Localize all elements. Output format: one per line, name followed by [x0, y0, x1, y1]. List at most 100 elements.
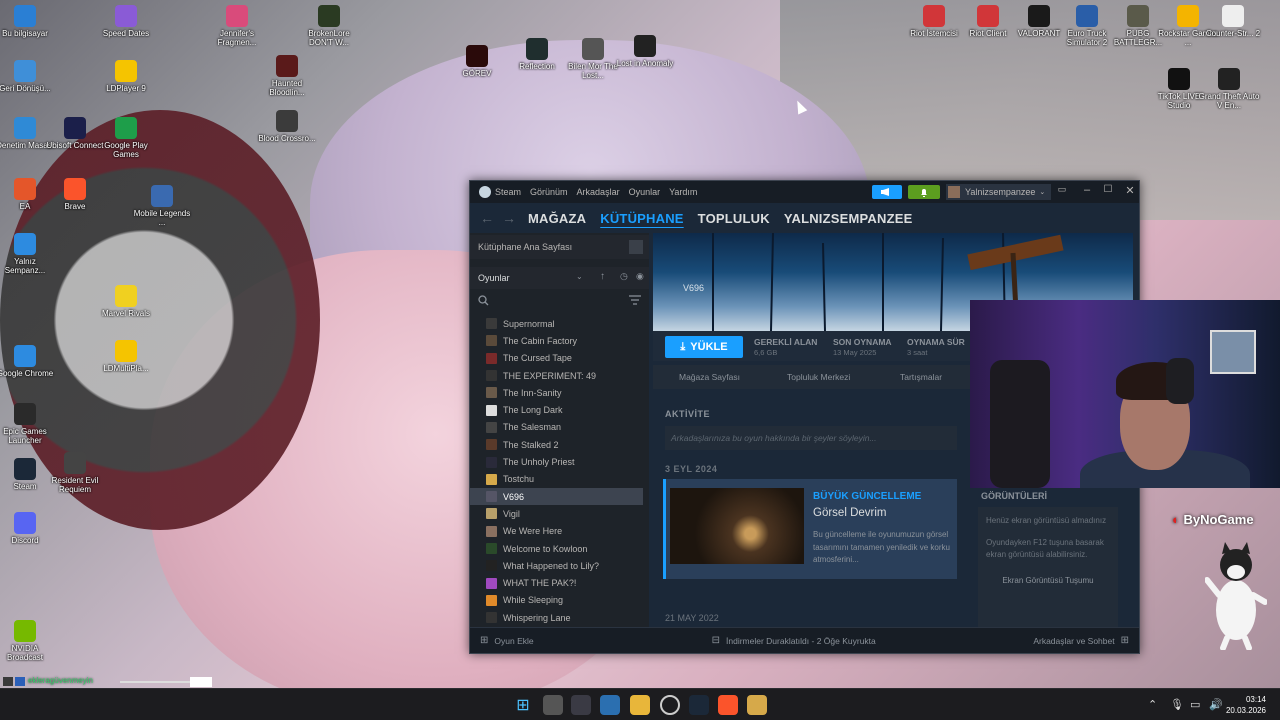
desktop-icon[interactable]: NVIDIA Broadcast — [0, 620, 57, 662]
notifications-button[interactable] — [908, 185, 940, 199]
game-list-item[interactable]: The Cabin Factory — [470, 332, 643, 349]
volume-icon[interactable]: 🔊 — [1209, 698, 1223, 711]
steam-logo-icon — [479, 186, 491, 198]
game-list-item[interactable]: WHAT THE PAK?! — [470, 574, 643, 591]
desktop-icon[interactable]: Epic Games Launcher — [0, 403, 57, 445]
news-card[interactable]: BÜYÜK GÜNCELLEME Görsel Devrim Bu güncel… — [663, 479, 957, 579]
desktop-icon-label: Counter-Str... 2 — [1205, 29, 1261, 38]
brave-icon[interactable] — [718, 695, 738, 715]
library-home-link[interactable]: Kütüphane Ana Sayfası — [470, 235, 649, 259]
menu-steam[interactable]: Steam — [495, 187, 521, 197]
game-list-item[interactable]: While Sleeping — [470, 592, 643, 609]
game-icon — [486, 560, 497, 572]
activity-input[interactable]: Arkadaşlarınıza bu oyun hakkında bir şey… — [665, 426, 957, 450]
desktop-icon[interactable]: Google Chrome — [0, 345, 57, 378]
desktop-icon[interactable]: LDMultiPla... — [94, 340, 158, 373]
network-icon[interactable]: ▭ — [1190, 698, 1200, 711]
minimize-button[interactable]: – — [1079, 184, 1095, 196]
desktop-icon[interactable]: Brave — [43, 178, 107, 211]
desktop-icon[interactable]: Reflection — [505, 38, 569, 71]
steam-icon[interactable] — [689, 695, 709, 715]
back-arrow-icon[interactable]: ← — [480, 210, 494, 226]
user-menu[interactable]: Yalnizsempanzee ⌄ — [946, 184, 1052, 200]
play-filter-icon[interactable]: ◉ — [636, 271, 644, 282]
tab-store-page[interactable]: Mağaza Sayfası — [679, 372, 740, 382]
app-icon[interactable] — [600, 695, 620, 715]
desktop-icon[interactable]: GÖREV — [445, 45, 509, 78]
game-list-item[interactable]: What Happened to Lily? — [470, 557, 643, 574]
tray-overflow-icon[interactable]: ⌃ — [1148, 698, 1157, 711]
friends-chat-button[interactable]: Arkadaşlar ve Sohbet — [1033, 636, 1114, 646]
grid-view-icon[interactable] — [629, 240, 643, 254]
forward-arrow-icon[interactable]: → — [502, 210, 516, 226]
desktop-icon[interactable]: Geri Dönüşü... — [0, 60, 57, 93]
downloads-status[interactable]: İndirmeler Duraklatıldı - 2 Öğe Kuyrukta — [726, 636, 876, 646]
game-list-item[interactable]: V696 — [470, 487, 643, 506]
game-list-item[interactable]: Tostchu — [470, 471, 643, 488]
game-list-item[interactable]: Welcome to Kowloon — [470, 540, 643, 557]
ldplayer-icon — [115, 340, 137, 362]
game-list-item[interactable]: The Unholy Priest — [470, 453, 643, 470]
start-icon[interactable]: ⊞ — [513, 695, 533, 715]
app-icon[interactable] — [747, 695, 767, 715]
nav-store[interactable]: MAĞAZA — [528, 211, 586, 226]
menu-help[interactable]: Yardım — [669, 187, 697, 197]
desktop-icon[interactable]: Marvel Rivals — [94, 285, 158, 318]
game-icon — [634, 35, 656, 57]
desktop-icon[interactable]: Blood Crossro... — [255, 110, 319, 143]
desktop-icon[interactable]: Yalnız Sempanz... — [0, 233, 57, 275]
game-list-item[interactable]: THE EXPERIMENT: 49 — [470, 367, 643, 384]
nav-profile[interactable]: YALNIZSEMPANZEE — [784, 211, 913, 226]
game-list-item[interactable]: The Cursed Tape — [470, 350, 643, 367]
file-explorer-icon[interactable] — [630, 695, 650, 715]
screenshot-key-button[interactable]: Ekran Görüntüsü Tuşumu — [986, 575, 1110, 587]
app-icon[interactable] — [660, 695, 680, 715]
desktop-icon[interactable]: Bu bilgisayar — [0, 5, 57, 38]
nav-community[interactable]: TOPLULUK — [698, 211, 770, 226]
games-filter[interactable]: Oyunlar ⌄ ↑ ◷ ◉ — [470, 267, 649, 289]
desktop-icon[interactable]: Grand Theft Auto V En... — [1197, 68, 1261, 110]
desktop-icon[interactable]: Haunted Bloodlin... — [255, 55, 319, 97]
task-view-icon[interactable] — [543, 695, 563, 715]
game-list-item[interactable]: Whispering Lane — [470, 609, 643, 626]
library-search[interactable] — [470, 289, 649, 311]
big-picture-icon[interactable]: ▭ — [1054, 184, 1070, 195]
filter-icon[interactable] — [629, 295, 641, 305]
tab-community-hub[interactable]: Topluluk Merkezi — [787, 372, 850, 382]
game-title: Whispering Lane — [503, 612, 571, 623]
desktop-icon[interactable]: Mobile Legends ... — [130, 185, 194, 227]
announce-button[interactable] — [872, 185, 902, 199]
desktop-icon-label: VALORANT — [1017, 29, 1061, 38]
sort-up-icon[interactable]: ↑ — [600, 271, 605, 282]
game-list-item[interactable]: Supernormal — [470, 315, 643, 332]
game-list-item[interactable]: The Stalked 2 — [470, 436, 643, 453]
desktop-icon[interactable]: Discord — [0, 512, 57, 545]
menu-friends[interactable]: Arkadaşlar — [577, 187, 620, 197]
microphone-icon[interactable]: 🎙 — [1170, 698, 1184, 711]
game-list-item[interactable]: Vigil — [470, 505, 643, 522]
app-icon[interactable] — [571, 695, 591, 715]
desktop-icon[interactable]: Jennifer's Fragmen... — [205, 5, 269, 47]
desktop-icon-label: PUBG BATTLEGR... — [1113, 29, 1163, 47]
nav-library[interactable]: KÜTÜPHANE — [600, 211, 683, 226]
game-list-item[interactable]: The Long Dark — [470, 401, 643, 418]
game-list-item[interactable]: The Salesman — [470, 419, 643, 436]
desktop-icon[interactable]: BrokenLore DON'T W... — [297, 5, 361, 47]
add-game-button[interactable]: Oyun Ekle — [494, 636, 533, 646]
desktop-icon[interactable]: Google Play Games — [94, 117, 158, 159]
game-list-item[interactable]: The Inn-Sanity — [470, 384, 643, 401]
close-button[interactable]: ✕ — [1122, 184, 1138, 197]
desktop-icon[interactable]: Steam — [0, 458, 57, 491]
desktop-icon[interactable]: Lost in Anomaly — [613, 35, 677, 68]
tab-discussions[interactable]: Tartışmalar — [900, 372, 942, 382]
menu-games[interactable]: Oyunlar — [629, 187, 661, 197]
desktop-icon[interactable]: Counter-Str... 2 — [1201, 5, 1265, 38]
maximize-button[interactable]: ☐ — [1100, 184, 1116, 195]
recent-clock-icon[interactable]: ◷ — [620, 271, 628, 282]
desktop-icon[interactable]: Speed Dates — [94, 5, 158, 38]
menu-view[interactable]: Görünüm — [530, 187, 568, 197]
game-list-item[interactable]: We Were Here — [470, 523, 643, 540]
desktop-icon[interactable]: LDPlayer 9 — [94, 60, 158, 93]
clock[interactable]: 03:14 20.03.2026 — [1226, 694, 1266, 716]
install-button[interactable]: ⤓ YÜKLE — [665, 336, 743, 358]
